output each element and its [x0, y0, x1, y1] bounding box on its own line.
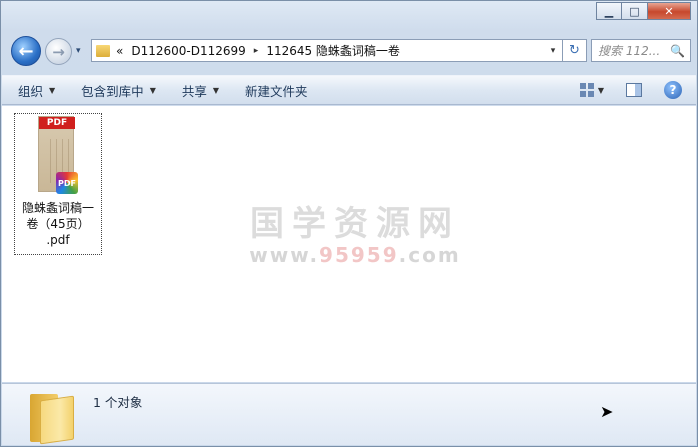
chevron-down-icon: ▼: [212, 85, 220, 95]
change-view-icon[interactable]: [579, 83, 594, 97]
address-bar[interactable]: « D112600-D112699 ▸ 112645 隐蛛螽词稿一卷 ▾: [91, 39, 563, 62]
watermark: 国学资源网 www.95959.com: [235, 196, 475, 267]
mouse-cursor-icon: ➤: [600, 402, 614, 421]
breadcrumb-segment-current[interactable]: 112645 隐蛛螽词稿一卷: [266, 42, 400, 59]
watermark-url: www.95959.com: [235, 243, 475, 267]
item-count: 1 个对象: [93, 395, 143, 410]
folder-icon: [96, 44, 110, 57]
file-item-pdf[interactable]: PDF PDF 隐蛛螽词稿一 卷（45页） .pdf: [14, 113, 102, 255]
folder-icon: [30, 394, 74, 445]
breadcrumb-arrow-icon[interactable]: ▸: [254, 46, 259, 56]
watermark-url-suffix: .com: [398, 243, 461, 267]
watermark-url-prefix: www.: [249, 243, 320, 267]
chevron-down-icon: ▼: [149, 85, 156, 95]
address-dropdown-icon[interactable]: ▾: [544, 46, 562, 56]
pdf-file-icon: PDF PDF: [38, 116, 78, 194]
organize-label: 组织: [18, 83, 44, 99]
new-folder-label: 新建文件夹: [245, 83, 308, 99]
recent-pages-dropdown[interactable]: ▾: [76, 46, 86, 56]
back-button[interactable]: ←: [11, 36, 41, 66]
new-folder-button[interactable]: 新建文件夹: [235, 78, 318, 102]
file-name-line: 隐蛛螽词稿一: [21, 201, 94, 215]
search-input[interactable]: 搜索 112... 🔍: [591, 39, 691, 62]
include-in-library-label: 包含到库中: [81, 83, 144, 99]
share-menu[interactable]: 共享 ▼: [172, 78, 229, 102]
pdf-band-label: PDF: [39, 117, 75, 129]
chevron-down-icon: ▼: [49, 85, 56, 95]
organize-menu[interactable]: 组织 ▼: [8, 78, 65, 102]
preview-pane-icon[interactable]: [626, 83, 642, 97]
breadcrumb-segment-range[interactable]: D112600-D112699: [131, 44, 245, 58]
maximize-button[interactable]: □: [622, 2, 648, 20]
close-button[interactable]: ✕: [648, 2, 691, 20]
address-overflow-button[interactable]: «: [116, 44, 123, 58]
view-controls: ▼ ?: [579, 81, 696, 99]
explorer-window: ▁ □ ✕ ← → ▾ « D112600-D112699 ▸ 112645 隐…: [0, 0, 698, 447]
watermark-url-number: 95959: [319, 243, 399, 267]
minimize-button[interactable]: ▁: [596, 2, 622, 20]
share-label: 共享: [181, 83, 207, 99]
refresh-button[interactable]: ↻: [563, 39, 587, 62]
caption-buttons: ▁ □ ✕: [596, 2, 691, 20]
command-bar: 组织 ▼ 包含到库中 ▼ 共享 ▼ 新建文件夹 ▼ ?: [2, 75, 696, 105]
help-icon[interactable]: ?: [664, 81, 682, 99]
pdf-badge-icon: PDF: [56, 172, 78, 194]
view-options-dropdown[interactable]: ▼: [598, 86, 604, 95]
file-name-line: 卷（45页）: [26, 217, 90, 231]
file-list-area[interactable]: PDF PDF 隐蛛螽词稿一 卷（45页） .pdf 国学资源网 www.959…: [2, 106, 696, 382]
search-placeholder: 搜索 112...: [598, 44, 661, 58]
search-icon[interactable]: 🔍: [670, 44, 685, 58]
details-pane: 1 个对象 ➤: [2, 383, 696, 445]
watermark-title: 国学资源网: [250, 204, 460, 244]
forward-button[interactable]: →: [45, 38, 72, 65]
file-name-line: .pdf: [46, 233, 70, 247]
include-in-library-menu[interactable]: 包含到库中 ▼: [71, 78, 166, 102]
file-name: 隐蛛螽词稿一 卷（45页） .pdf: [15, 200, 101, 248]
navigation-bar: ← → ▾ « D112600-D112699 ▸ 112645 隐蛛螽词稿一卷…: [9, 34, 691, 68]
